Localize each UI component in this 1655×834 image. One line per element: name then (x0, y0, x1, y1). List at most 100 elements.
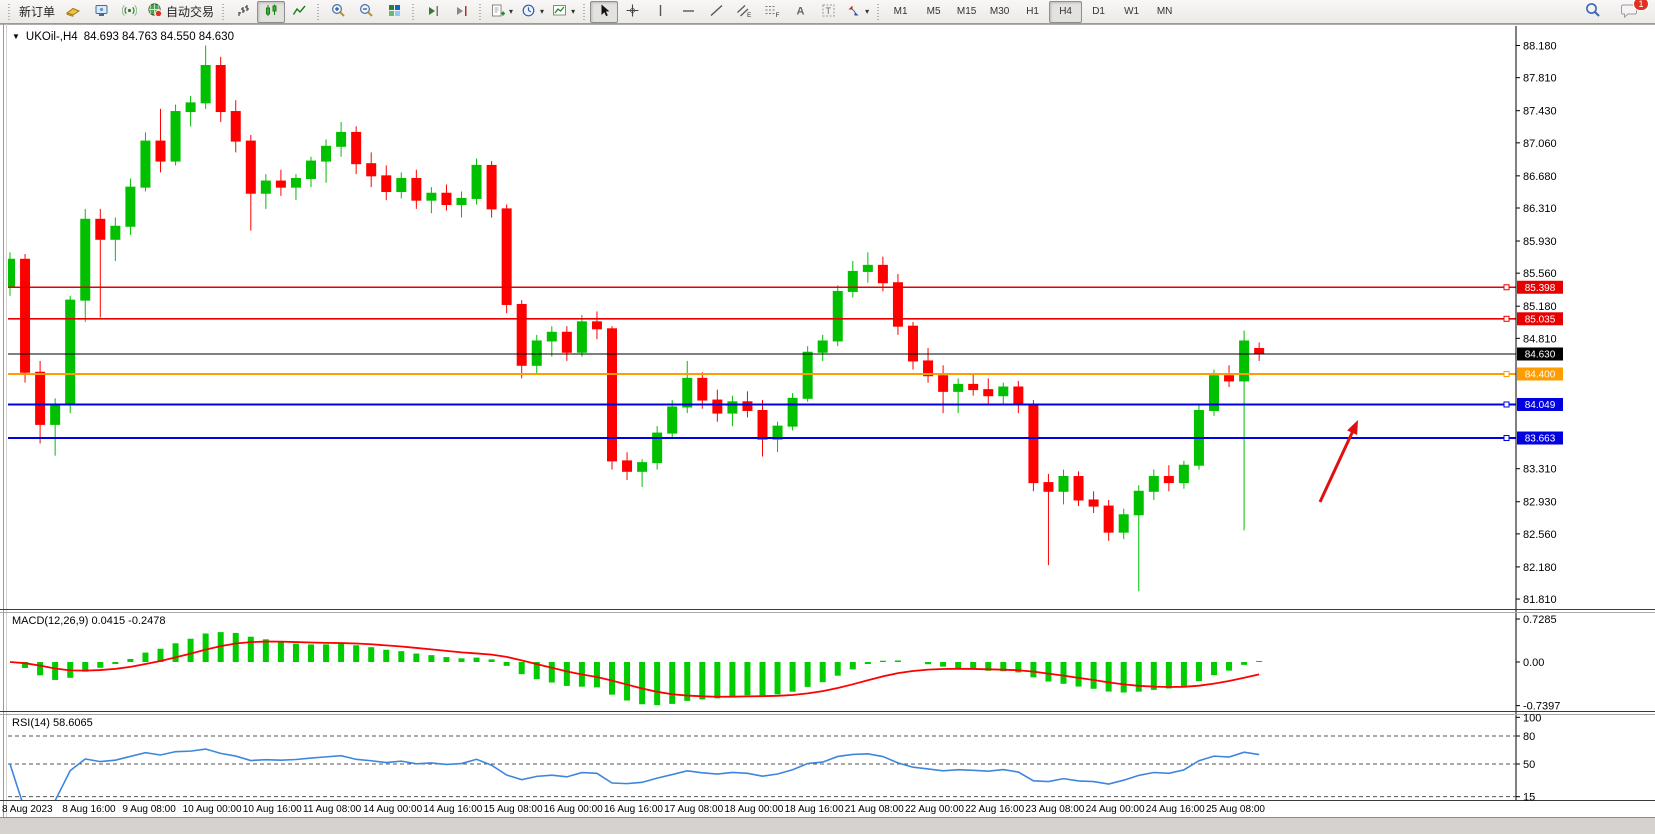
price-tick: 83.310 (1523, 464, 1557, 476)
timeframe-m30[interactable]: M30 (983, 1, 1016, 23)
timeframe-w1[interactable]: W1 (1115, 1, 1148, 23)
globe-icon (147, 2, 163, 21)
toolbar-grip[interactable] (221, 4, 226, 20)
new-order-button[interactable]: 新订单 (15, 1, 59, 23)
time-tick: 24 Aug 16:00 (1146, 804, 1205, 815)
zoom-out-icon (359, 3, 374, 21)
timeframe-h1[interactable]: H1 (1016, 1, 1049, 23)
terminal-button[interactable] (87, 1, 115, 23)
rsi-tick: 50 (1523, 759, 1535, 771)
zoom-out-button[interactable] (352, 1, 380, 23)
autotrading-button[interactable]: 自动交易 (143, 1, 218, 23)
line-marker (1504, 316, 1509, 321)
cursor-icon (597, 3, 612, 21)
time-tick: 22 Aug 00:00 (905, 804, 964, 815)
macd-signal-line (10, 642, 1259, 697)
macd-panel (10, 632, 1259, 705)
horizontal-line-icon (681, 3, 696, 21)
autotrading-label: 自动交易 (166, 3, 214, 20)
vertical-line-button[interactable] (646, 1, 674, 23)
crosshair-icon (625, 3, 640, 21)
price-tick: 86.680 (1523, 171, 1557, 183)
svg-text:84.400: 84.400 (1525, 369, 1556, 380)
toolbar-grip[interactable] (478, 4, 483, 20)
chevron-down-icon: ▾ (571, 7, 575, 16)
toolbar-grip[interactable] (316, 4, 321, 20)
zoom-in-button[interactable] (324, 1, 352, 23)
price-tick: 87.810 (1523, 73, 1557, 85)
timeframe-h4[interactable]: H4 (1049, 1, 1082, 23)
period-dropdown[interactable]: ▾ (517, 1, 548, 23)
signals-button[interactable] (115, 1, 143, 23)
market-watch-button[interactable] (59, 1, 87, 23)
chart-shift-button[interactable] (447, 1, 475, 23)
auto-scroll-button[interactable] (419, 1, 447, 23)
timeframe-m5[interactable]: M5 (917, 1, 950, 23)
chart-menu-arrow-icon[interactable]: ▼ (12, 33, 20, 41)
price-tick: 82.180 (1523, 562, 1557, 574)
template-dropdown[interactable]: ▾ (548, 1, 579, 23)
arrow-annotation (1320, 428, 1354, 502)
candlestick-chart-button[interactable] (257, 1, 285, 23)
macd-tick: 0.00 (1523, 657, 1544, 669)
time-tick: 22 Aug 16:00 (965, 804, 1024, 815)
timeframe-mn[interactable]: MN (1148, 1, 1181, 23)
rsi-tick: 100 (1523, 712, 1541, 724)
chart-canvas[interactable]: 85.39885.03584.63084.40084.04983.66388.1… (0, 24, 1655, 834)
rsi-indicator-label: RSI(14) 58.6065 (12, 717, 93, 729)
time-tick: 14 Aug 00:00 (363, 804, 422, 815)
toolbar-grip[interactable] (7, 4, 12, 20)
time-tick: 9 Aug 08:00 (122, 804, 176, 815)
text-icon: A (793, 3, 808, 21)
svg-text:83.663: 83.663 (1525, 434, 1556, 445)
time-tick: 15 Aug 08:00 (484, 804, 543, 815)
price-tick: 85.930 (1523, 236, 1557, 248)
horizontal-line-button[interactable] (674, 1, 702, 23)
bar-chart-button[interactable] (229, 1, 257, 23)
search-button[interactable] (1579, 1, 1607, 23)
toolbar-grip[interactable] (411, 4, 416, 20)
trendline-button[interactable] (702, 1, 730, 23)
price-tick: 88.180 (1523, 41, 1557, 53)
line-marker (1504, 371, 1509, 376)
fibonacci-button[interactable]: F (758, 1, 786, 23)
time-tick: 17 Aug 08:00 (664, 804, 723, 815)
time-tick: 11 Aug 08:00 (303, 804, 362, 815)
line-chart-button[interactable] (285, 1, 313, 23)
timeframe-m1[interactable]: M1 (884, 1, 917, 23)
bar-chart-icon (236, 3, 251, 21)
symbol-period-label: UKOil-,H4 (26, 31, 78, 43)
timeframe-d1[interactable]: D1 (1082, 1, 1115, 23)
text-label-button[interactable]: T (814, 1, 842, 23)
ohlc-values: 84.693 84.763 84.550 84.630 (84, 31, 234, 43)
time-tick: 23 Aug 08:00 (1025, 804, 1084, 815)
price-tick: 87.060 (1523, 138, 1557, 150)
rsi-panel (8, 736, 1516, 811)
time-tick: 14 Aug 16:00 (423, 804, 482, 815)
text-button[interactable]: A (786, 1, 814, 23)
search-icon (1585, 2, 1601, 21)
line-marker (1504, 402, 1509, 407)
tile-windows-button[interactable] (380, 1, 408, 23)
terminal-icon (94, 3, 109, 21)
time-tick: 8 Aug 2023 (2, 804, 53, 815)
time-tick: 18 Aug 00:00 (724, 804, 783, 815)
timeframe-m15[interactable]: M15 (950, 1, 983, 23)
price-tick: 87.430 (1523, 106, 1557, 118)
arrow-annotation-head (1347, 420, 1358, 435)
clock-icon (521, 3, 536, 21)
arrows-dropdown[interactable]: ▾ (842, 1, 873, 23)
rsi-line (10, 749, 1259, 811)
crosshair-button[interactable] (618, 1, 646, 23)
rsi-tick: 15 (1523, 792, 1535, 804)
toolbar-grip[interactable] (876, 4, 881, 20)
equidistant-channel-button[interactable]: E (730, 1, 758, 23)
candlestick-chart-icon (264, 3, 279, 21)
equidistant-channel-icon: E (736, 3, 752, 21)
cursor-button[interactable] (590, 1, 618, 23)
time-tick: 18 Aug 16:00 (785, 804, 844, 815)
toolbar-grip[interactable] (582, 4, 587, 20)
new-chart-dropdown[interactable]: ▾ (486, 1, 517, 23)
price-tick: 86.310 (1523, 203, 1557, 215)
chat-button[interactable]: 1 (1615, 1, 1643, 23)
